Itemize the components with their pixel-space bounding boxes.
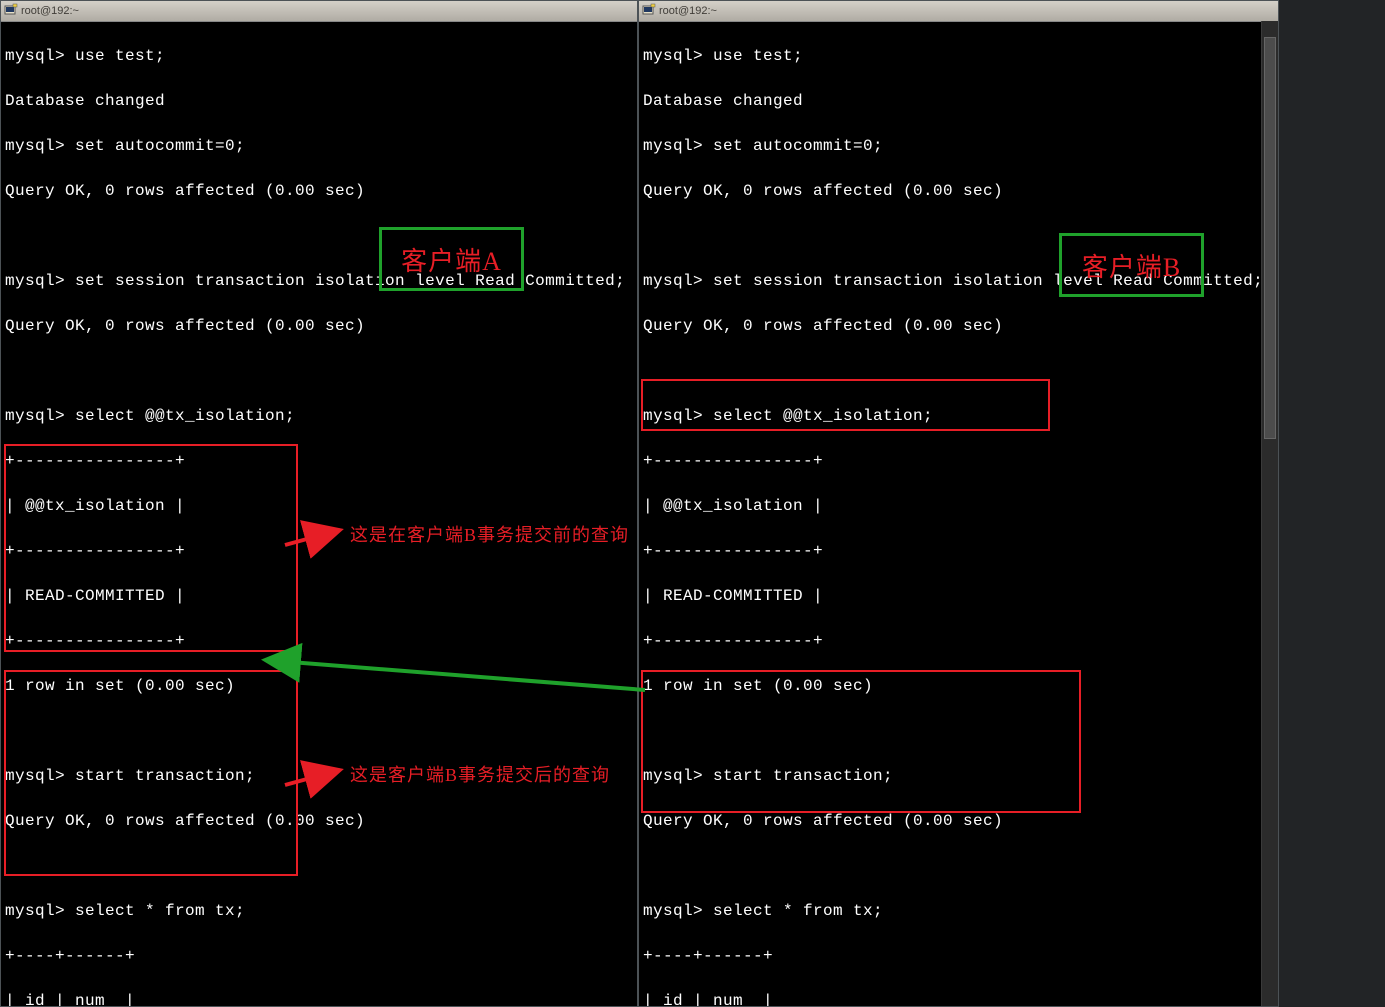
term-line: | id | num | bbox=[643, 990, 1274, 1007]
term-line: +----------------+ bbox=[643, 450, 1274, 473]
annot-text-after: 这是客户端B事务提交后的查询 bbox=[350, 761, 610, 787]
term-line: mysql> set autocommit=0; bbox=[5, 135, 633, 158]
term-line: +----------------+ bbox=[643, 540, 1274, 563]
label-client-b-text: 客户端B bbox=[1082, 247, 1181, 284]
term-line: +----------------+ bbox=[643, 630, 1274, 653]
term-line bbox=[5, 225, 633, 248]
terminal-body-b[interactable]: mysql> use test; Database changed mysql>… bbox=[639, 22, 1278, 1007]
redbox-a-select-before bbox=[4, 444, 298, 652]
term-line: Database changed bbox=[643, 90, 1274, 113]
term-line: | READ-COMMITTED | bbox=[643, 585, 1274, 608]
arrow-red-after bbox=[280, 755, 360, 805]
term-line: mysql> select * from tx; bbox=[643, 900, 1274, 923]
term-line bbox=[5, 360, 633, 383]
term-line: +----+------+ bbox=[643, 945, 1274, 968]
term-line: Query OK, 0 rows affected (0.00 sec) bbox=[5, 315, 633, 338]
term-line: mysql> use test; bbox=[643, 45, 1274, 68]
scrollbar-thumb[interactable] bbox=[1264, 37, 1276, 439]
redbox-b-update-commit bbox=[641, 670, 1081, 813]
term-line bbox=[643, 855, 1274, 878]
term-line: Database changed bbox=[5, 90, 633, 113]
term-line: mysql> select @@tx_isolation; bbox=[5, 405, 633, 428]
titlebar-text-a: root@192:~ bbox=[21, 5, 79, 17]
term-line: Query OK, 0 rows affected (0.00 sec) bbox=[643, 315, 1274, 338]
terminal-b[interactable]: root@192:~ mysql> use test; Database cha… bbox=[638, 0, 1279, 1007]
arrow-green bbox=[250, 650, 670, 710]
titlebar-b[interactable]: root@192:~ bbox=[639, 1, 1278, 22]
label-client-b: 客户端B bbox=[1059, 233, 1204, 297]
titlebar-a[interactable]: root@192:~ bbox=[1, 1, 637, 22]
label-client-a-text: 客户端A bbox=[401, 241, 502, 278]
term-line: mysql> set session transaction isolation… bbox=[5, 270, 633, 293]
term-line: mysql> select * from tx; bbox=[5, 900, 633, 923]
term-line: +----+------+ bbox=[5, 945, 633, 968]
term-line: | @@tx_isolation | bbox=[643, 495, 1274, 518]
redbox-b-start-transaction bbox=[641, 379, 1050, 431]
titlebar-text-b: root@192:~ bbox=[659, 5, 717, 17]
term-line: Query OK, 0 rows affected (0.00 sec) bbox=[643, 180, 1274, 203]
putty-icon bbox=[642, 3, 656, 17]
term-line: | id | num | bbox=[5, 990, 633, 1007]
term-line: mysql> use test; bbox=[5, 45, 633, 68]
arrow-red-before bbox=[280, 515, 360, 565]
term-line: Query OK, 0 rows affected (0.00 sec) bbox=[5, 180, 633, 203]
annot-text-before: 这是在客户端B事务提交前的查询 bbox=[350, 521, 629, 547]
putty-icon bbox=[4, 3, 18, 17]
term-line: mysql> set autocommit=0; bbox=[643, 135, 1274, 158]
label-client-a: 客户端A bbox=[379, 227, 524, 291]
scrollbar-b[interactable] bbox=[1261, 21, 1278, 1006]
